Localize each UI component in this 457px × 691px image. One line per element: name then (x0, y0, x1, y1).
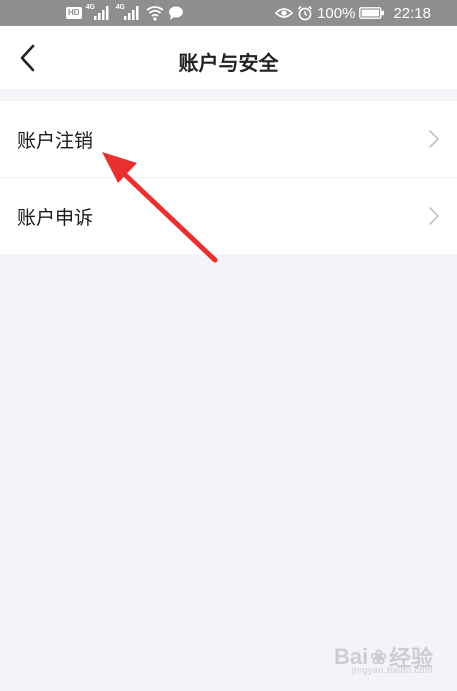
signal-4g-icon: 4G (116, 4, 142, 21)
app-header: 账户与安全 (0, 26, 457, 89)
menu-item-account-appeal[interactable]: 账户申诉 (0, 177, 457, 254)
status-bar: HD 4G 4G 100% 22:18 (0, 0, 457, 26)
message-icon (168, 5, 184, 21)
chevron-right-icon (429, 207, 439, 225)
menu-item-account-cancellation[interactable]: 账户注销 (0, 101, 457, 177)
eye-icon (274, 5, 294, 21)
watermark-logo: Bai ❀ 经验 jingyan.baidu.com (334, 641, 433, 675)
alarm-icon (297, 5, 313, 21)
wifi-icon (146, 5, 164, 21)
status-right-group: 100% 22:18 (274, 4, 431, 22)
watermark-sub: jingyan.baidu.com (351, 665, 433, 675)
status-left-group: HD 4G 4G (66, 4, 184, 22)
battery-icon (359, 5, 385, 21)
screen: HD 4G 4G 100% 22:18 账户与安全 账户注销 账户申诉 Bai … (0, 0, 457, 691)
signal-4g-icon: 4G (86, 4, 112, 21)
battery-percent: 100% (317, 4, 356, 22)
menu-item-label: 账户申诉 (17, 206, 94, 229)
settings-list: 账户注销 账户申诉 (0, 101, 457, 254)
clock-time: 22:18 (393, 4, 431, 22)
page-title: 账户与安全 (178, 51, 279, 75)
menu-item-label: 账户注销 (17, 129, 94, 152)
hd-icon: HD (66, 7, 82, 19)
chevron-right-icon (429, 130, 439, 148)
